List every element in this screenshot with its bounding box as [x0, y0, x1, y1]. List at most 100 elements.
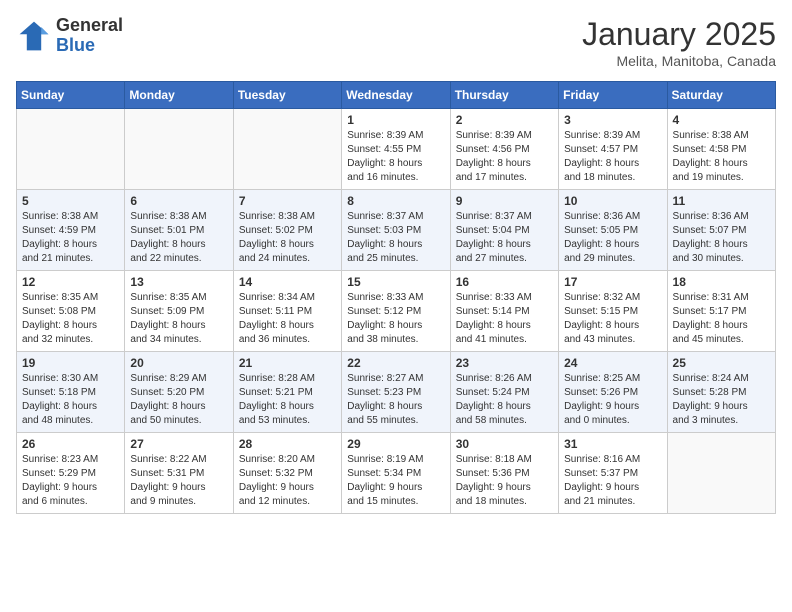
day-content: Sunrise: 8:20 AM Sunset: 5:32 PM Dayligh… [239, 453, 336, 509]
calendar-cell [17, 109, 125, 190]
logo-icon [16, 18, 52, 54]
calendar-week-3: 12Sunrise: 8:35 AM Sunset: 5:08 PM Dayli… [17, 271, 776, 352]
weekday-header-sunday: Sunday [17, 82, 125, 109]
day-number: 1 [347, 113, 444, 127]
day-content: Sunrise: 8:30 AM Sunset: 5:18 PM Dayligh… [22, 372, 119, 428]
logo-blue: Blue [56, 36, 123, 56]
day-content: Sunrise: 8:31 AM Sunset: 5:17 PM Dayligh… [673, 291, 770, 347]
logo-text: General Blue [56, 16, 123, 56]
logo-general: General [56, 16, 123, 36]
day-content: Sunrise: 8:27 AM Sunset: 5:23 PM Dayligh… [347, 372, 444, 428]
calendar-cell: 25Sunrise: 8:24 AM Sunset: 5:28 PM Dayli… [667, 352, 775, 433]
day-number: 8 [347, 194, 444, 208]
day-content: Sunrise: 8:36 AM Sunset: 5:05 PM Dayligh… [564, 210, 661, 266]
calendar-cell: 30 Sunrise: 8:18 AM Sunset: 5:36 PM Dayli… [450, 433, 558, 514]
calendar-cell: 31Sunrise: 8:16 AM Sunset: 5:37 PM Dayli… [559, 433, 667, 514]
day-content: Sunrise: 8:37 AM Sunset: 5:03 PM Dayligh… [347, 210, 444, 266]
calendar-body: 1 Sunrise: 8:39 AM Sunset: 4:55 PM Daylig… [17, 109, 776, 514]
calendar-cell: 2 Sunrise: 8:39 AM Sunset: 4:56 PM Daylig… [450, 109, 558, 190]
day-number: 18 [673, 275, 770, 289]
calendar-week-1: 1 Sunrise: 8:39 AM Sunset: 4:55 PM Daylig… [17, 109, 776, 190]
day-content: Sunrise: 8:37 AM Sunset: 5:04 PM Dayligh… [456, 210, 553, 266]
calendar-cell: 13 Sunrise: 8:35 AM Sunset: 5:09 PM Dayli… [125, 271, 233, 352]
day-content: Sunrise: 8:23 AM Sunset: 5:29 PM Dayligh… [22, 453, 119, 509]
calendar-cell: 6Sunrise: 8:38 AM Sunset: 5:01 PM Daylig… [125, 190, 233, 271]
weekday-row: SundayMondayTuesdayWednesdayThursdayFrid… [17, 82, 776, 109]
day-number: 26 [22, 437, 119, 451]
day-number: 22 [347, 356, 444, 370]
calendar-cell [667, 433, 775, 514]
calendar-cell: 21 Sunrise: 8:28 AM Sunset: 5:21 PM Dayli… [233, 352, 341, 433]
calendar-cell: 23 Sunrise: 8:26 AM Sunset: 5:24 PM Dayli… [450, 352, 558, 433]
calendar-cell: 8 Sunrise: 8:37 AM Sunset: 5:03 PM Daylig… [342, 190, 450, 271]
weekday-header-wednesday: Wednesday [342, 82, 450, 109]
calendar-cell: 22 Sunrise: 8:27 AM Sunset: 5:23 PM Dayli… [342, 352, 450, 433]
day-content: Sunrise: 8:39 AM Sunset: 4:56 PM Dayligh… [456, 129, 553, 185]
calendar-week-4: 19 Sunrise: 8:30 AM Sunset: 5:18 PM Dayli… [17, 352, 776, 433]
day-number: 29 [347, 437, 444, 451]
day-number: 13 [130, 275, 227, 289]
weekday-header-monday: Monday [125, 82, 233, 109]
day-number: 16 [456, 275, 553, 289]
day-content: Sunrise: 8:19 AM Sunset: 5:34 PM Dayligh… [347, 453, 444, 509]
calendar-cell: 16 Sunrise: 8:33 AM Sunset: 5:14 PM Dayli… [450, 271, 558, 352]
day-number: 9 [456, 194, 553, 208]
day-content: Sunrise: 8:34 AM Sunset: 5:11 PM Dayligh… [239, 291, 336, 347]
day-content: Sunrise: 8:26 AM Sunset: 5:24 PM Dayligh… [456, 372, 553, 428]
calendar-cell: 12Sunrise: 8:35 AM Sunset: 5:08 PM Dayli… [17, 271, 125, 352]
day-number: 3 [564, 113, 661, 127]
day-content: Sunrise: 8:18 AM Sunset: 5:36 PM Dayligh… [456, 453, 553, 509]
day-number: 15 [347, 275, 444, 289]
day-number: 10 [564, 194, 661, 208]
day-content: Sunrise: 8:28 AM Sunset: 5:21 PM Dayligh… [239, 372, 336, 428]
day-content: Sunrise: 8:38 AM Sunset: 4:59 PM Dayligh… [22, 210, 119, 266]
day-number: 11 [673, 194, 770, 208]
day-number: 4 [673, 113, 770, 127]
day-content: Sunrise: 8:25 AM Sunset: 5:26 PM Dayligh… [564, 372, 661, 428]
calendar-cell: 11 Sunrise: 8:36 AM Sunset: 5:07 PM Dayli… [667, 190, 775, 271]
day-content: Sunrise: 8:39 AM Sunset: 4:57 PM Dayligh… [564, 129, 661, 185]
day-content: Sunrise: 8:35 AM Sunset: 5:09 PM Dayligh… [130, 291, 227, 347]
day-content: Sunrise: 8:22 AM Sunset: 5:31 PM Dayligh… [130, 453, 227, 509]
calendar-cell: 18 Sunrise: 8:31 AM Sunset: 5:17 PM Dayli… [667, 271, 775, 352]
weekday-header-tuesday: Tuesday [233, 82, 341, 109]
calendar-cell: 29 Sunrise: 8:19 AM Sunset: 5:34 PM Dayli… [342, 433, 450, 514]
weekday-header-friday: Friday [559, 82, 667, 109]
day-number: 6 [130, 194, 227, 208]
day-content: Sunrise: 8:33 AM Sunset: 5:12 PM Dayligh… [347, 291, 444, 347]
day-number: 27 [130, 437, 227, 451]
day-content: Sunrise: 8:36 AM Sunset: 5:07 PM Dayligh… [673, 210, 770, 266]
calendar-cell: 24 Sunrise: 8:25 AM Sunset: 5:26 PM Dayli… [559, 352, 667, 433]
calendar-cell: 28 Sunrise: 8:20 AM Sunset: 5:32 PM Dayli… [233, 433, 341, 514]
calendar-week-5: 26 Sunrise: 8:23 AM Sunset: 5:29 PM Dayli… [17, 433, 776, 514]
weekday-header-saturday: Saturday [667, 82, 775, 109]
page-header: General Blue January 2025 Melita, Manito… [16, 16, 776, 69]
calendar-cell: 17Sunrise: 8:32 AM Sunset: 5:15 PM Dayli… [559, 271, 667, 352]
calendar-cell: 1 Sunrise: 8:39 AM Sunset: 4:55 PM Daylig… [342, 109, 450, 190]
day-number: 28 [239, 437, 336, 451]
calendar-cell: 9 Sunrise: 8:37 AM Sunset: 5:04 PM Daylig… [450, 190, 558, 271]
calendar-cell [125, 109, 233, 190]
calendar-header: SundayMondayTuesdayWednesdayThursdayFrid… [17, 82, 776, 109]
logo: General Blue [16, 16, 123, 56]
day-content: Sunrise: 8:16 AM Sunset: 5:37 PM Dayligh… [564, 453, 661, 509]
day-number: 14 [239, 275, 336, 289]
title-block: January 2025 Melita, Manitoba, Canada [582, 16, 776, 69]
day-content: Sunrise: 8:39 AM Sunset: 4:55 PM Dayligh… [347, 129, 444, 185]
calendar-cell: 15 Sunrise: 8:33 AM Sunset: 5:12 PM Dayli… [342, 271, 450, 352]
calendar-cell: 7Sunrise: 8:38 AM Sunset: 5:02 PM Daylig… [233, 190, 341, 271]
day-number: 23 [456, 356, 553, 370]
calendar-cell: 20Sunrise: 8:29 AM Sunset: 5:20 PM Dayli… [125, 352, 233, 433]
calendar-cell [233, 109, 341, 190]
day-number: 5 [22, 194, 119, 208]
day-content: Sunrise: 8:38 AM Sunset: 5:02 PM Dayligh… [239, 210, 336, 266]
day-number: 2 [456, 113, 553, 127]
day-number: 24 [564, 356, 661, 370]
day-content: Sunrise: 8:33 AM Sunset: 5:14 PM Dayligh… [456, 291, 553, 347]
day-number: 30 [456, 437, 553, 451]
calendar-week-2: 5 Sunrise: 8:38 AM Sunset: 4:59 PM Daylig… [17, 190, 776, 271]
day-number: 20 [130, 356, 227, 370]
day-number: 21 [239, 356, 336, 370]
day-number: 19 [22, 356, 119, 370]
day-content: Sunrise: 8:32 AM Sunset: 5:15 PM Dayligh… [564, 291, 661, 347]
